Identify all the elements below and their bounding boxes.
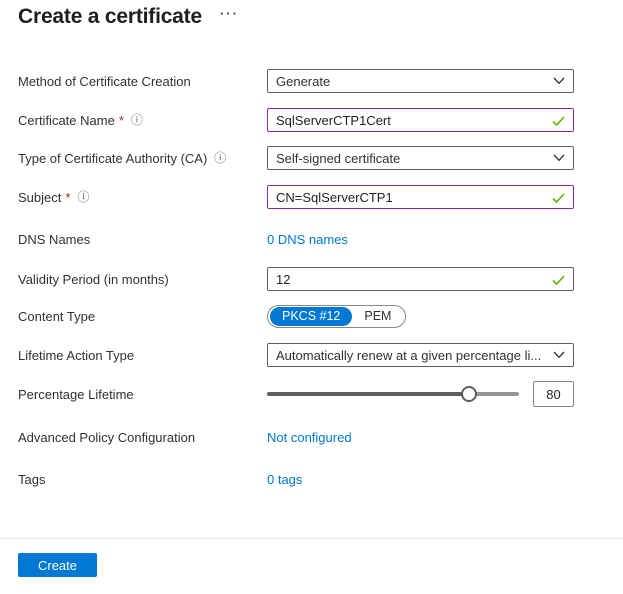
page-header: Create a certificate ··· [0,0,623,29]
subject-field [267,185,574,209]
lifetime-action-dropdown[interactable]: Automatically renew at a given percentag… [267,343,574,367]
content-type-option-pem[interactable]: PEM [352,307,403,326]
advanced-policy-control: Not configured [267,430,574,445]
chevron-down-icon [553,77,565,85]
certificate-name-field [267,108,574,132]
create-button[interactable]: Create [18,553,97,577]
dns-names-label: DNS Names [18,232,267,247]
info-icon[interactable]: ⓘ [214,152,226,164]
row-advanced-policy: Advanced Policy Configuration Not config… [18,429,623,445]
chevron-down-icon [553,351,565,359]
row-subject: Subject * ⓘ [18,185,623,209]
tags-link[interactable]: 0 tags [267,472,302,487]
valid-check-icon [552,115,565,130]
method-of-creation-label: Method of Certificate Creation [18,74,267,89]
dropdown-value: Generate [276,74,330,89]
dropdown-value: Automatically renew at a given percentag… [276,348,541,363]
certificate-name-input[interactable] [276,113,565,128]
certificate-name-label: Certificate Name * ⓘ [18,113,267,128]
row-certificate-name: Certificate Name * ⓘ [18,108,623,132]
slider-thumb[interactable] [461,386,477,402]
tags-label: Tags [18,472,267,487]
row-validity-period: Validity Period (in months) [18,267,623,291]
dns-names-control: 0 DNS names [267,232,574,247]
validity-period-label: Validity Period (in months) [18,272,267,287]
method-of-creation-dropdown[interactable]: Generate [267,69,574,93]
validity-period-field [267,267,574,291]
percentage-lifetime-input[interactable] [533,381,574,407]
row-ca-type: Type of Certificate Authority (CA) ⓘ Sel… [18,146,623,170]
lifetime-action-label: Lifetime Action Type [18,348,267,363]
row-lifetime-action: Lifetime Action Type Automatically renew… [18,343,623,367]
slider-track-filled [267,392,469,396]
page-title: Create a certificate [18,5,202,29]
row-content-type: Content Type PKCS #12 PEM [18,305,623,328]
subject-input[interactable] [276,190,565,205]
ca-type-dropdown[interactable]: Self-signed certificate [267,146,574,170]
valid-check-icon [552,274,565,289]
more-options-ellipsis-icon[interactable]: ··· [220,6,239,21]
subject-label: Subject * ⓘ [18,190,267,205]
page-footer: Create [0,539,623,577]
valid-check-icon [552,192,565,207]
content-type-toggle: PKCS #12 PEM [267,305,406,328]
required-asterisk: * [65,190,70,205]
chevron-down-icon [553,154,565,162]
advanced-policy-label: Advanced Policy Configuration [18,430,267,445]
dropdown-value: Self-signed certificate [276,151,400,166]
percentage-lifetime-slider[interactable] [267,386,519,402]
required-asterisk: * [119,113,124,128]
percentage-lifetime-label: Percentage Lifetime [18,387,267,402]
row-percentage-lifetime: Percentage Lifetime [18,381,623,407]
row-tags: Tags 0 tags [18,471,623,487]
content-type-option-pkcs12[interactable]: PKCS #12 [270,307,352,326]
advanced-policy-link[interactable]: Not configured [267,430,352,445]
row-dns-names: DNS Names 0 DNS names [18,231,623,247]
info-icon[interactable]: ⓘ [77,191,89,203]
row-method-of-creation: Method of Certificate Creation Generate [18,69,623,93]
validity-period-input[interactable] [276,272,565,287]
ca-type-label: Type of Certificate Authority (CA) ⓘ [18,151,267,166]
tags-control: 0 tags [267,472,574,487]
percentage-lifetime-control [267,381,574,407]
content-type-control: PKCS #12 PEM [267,305,406,328]
info-icon[interactable]: ⓘ [131,114,143,126]
dns-names-link[interactable]: 0 DNS names [267,232,348,247]
content-type-label: Content Type [18,309,267,324]
certificate-form: Method of Certificate Creation Generate … [18,69,623,487]
